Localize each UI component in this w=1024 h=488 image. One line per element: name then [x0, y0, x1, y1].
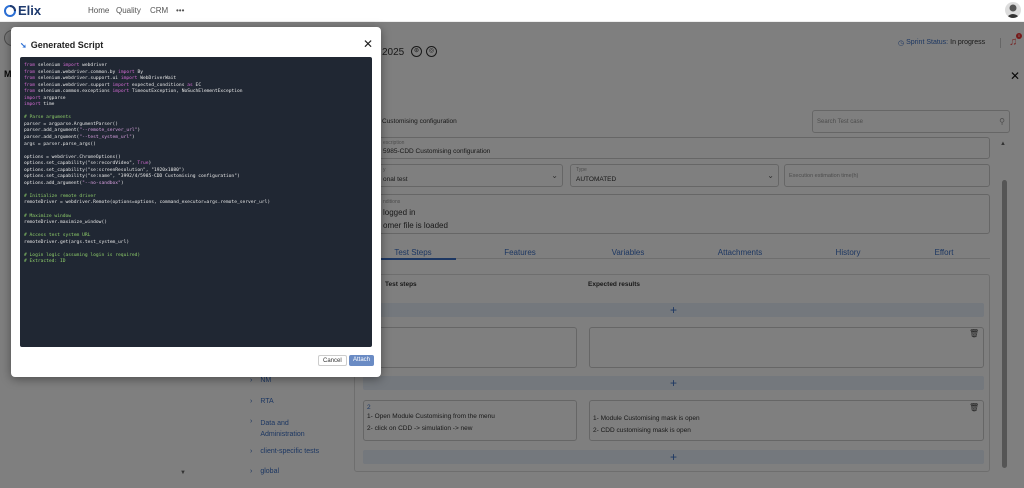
nav-more[interactable]: ••• [176, 6, 184, 15]
cancel-button[interactable]: Cancel [318, 355, 347, 366]
modal-header: ➘ Generated Script [20, 40, 103, 50]
script-icon: ➘ [20, 40, 27, 50]
modal-title: Generated Script [30, 40, 104, 50]
attach-button[interactable]: Attach [349, 355, 375, 366]
top-navbar: Elix Home Quality CRM ••• [0, 0, 1024, 22]
app-logo[interactable]: Elix [4, 3, 41, 18]
nav-crm[interactable]: CRM [150, 6, 168, 15]
nav-home[interactable]: Home [88, 6, 109, 15]
script-code-block[interactable]: from selenium import webdriver from selen… [20, 57, 372, 347]
nav-quality[interactable]: Quality [116, 6, 141, 15]
code-line: # Extracted: ID [24, 259, 66, 265]
user-avatar[interactable] [1005, 2, 1021, 18]
logo-icon [4, 4, 16, 17]
logo-text: Elix [18, 3, 42, 18]
modal-close-icon[interactable]: ✕ [363, 37, 373, 51]
